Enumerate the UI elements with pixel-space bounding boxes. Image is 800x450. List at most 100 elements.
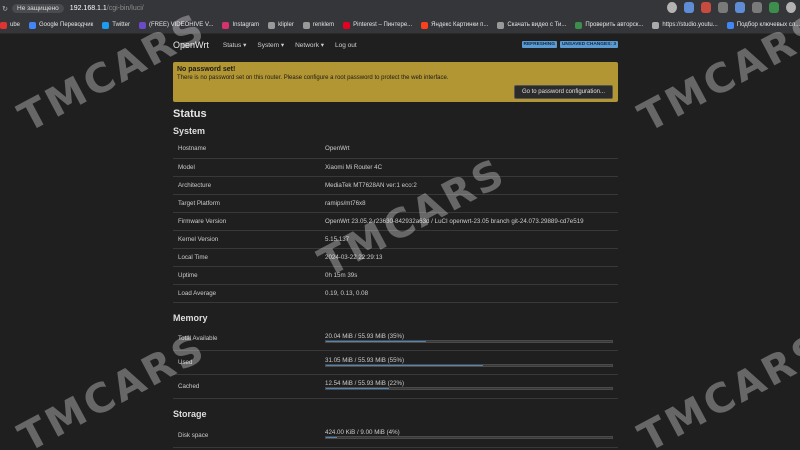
bookmark-item[interactable]: Яндекс Картинки п... [421,21,489,29]
reload-icon[interactable]: ↻ [0,5,10,13]
browser-toolbar-icons [667,2,796,13]
bookmark-favicon-icon [138,21,146,29]
nav-network[interactable]: Network ▾ [295,41,324,49]
bookmark-favicon-icon [497,21,505,29]
bookmark-item[interactable]: Google Переводчик [29,21,94,29]
url-host: 192.168.1.1 [69,5,107,12]
row-label: Hostname [173,140,320,159]
row-label: Model [173,158,320,177]
row-value: 31.05 MiB / 55.93 MiB (55%) [320,350,618,375]
bookmark-favicon-icon [726,21,734,29]
alert-text: There is no password set on this router.… [177,75,449,81]
row-value: OpenWrt 23.05.2 r23630-842932a63d / LuCI… [320,212,618,231]
progress-label: 424.00 KiB / 9.00 MiB (4%) [325,429,400,437]
bookmark-label: Instagram [232,22,260,28]
bookmark-item[interactable]: Twitter [102,21,130,29]
progress-bar: 20.04 MiB / 55.93 MiB (35%) [325,333,613,345]
profile-avatar-icon[interactable] [786,2,796,13]
table-row: Architecture MediaTek MT7628AN ver:1 eco:… [173,176,618,195]
bookmark-label: Google Переводчик [39,22,94,28]
storage-heading: Storage [173,409,207,419]
extension-icon[interactable] [735,2,745,13]
extension-icon[interactable] [718,2,728,13]
row-value: Xiaomi Mi Router 4C [320,158,618,177]
memory-heading: Memory [173,313,208,323]
bookmark-favicon-icon [421,21,429,29]
table-row: Kernel Version 5.15.137 [173,230,618,249]
bookmark-item[interactable]: Подбор ключевых сл... [726,21,800,29]
system-heading: System [173,126,206,136]
table-row: Total Available 20.04 MiB / 55.93 MiB (35… [173,327,618,352]
bookmark-label: https://studio.youtu... [662,22,718,28]
bookmark-item[interactable]: Проверить авторск... [575,21,643,29]
extension-icon[interactable] [769,2,779,13]
row-label: Load Average [173,284,320,303]
bookmark-item[interactable]: (FREE) VIDEOHIVE V... [138,21,213,29]
nav-status[interactable]: Status ▾ [223,41,247,49]
url-field[interactable]: 192.168.1.1/cgi-bin/luci/ [70,5,144,12]
progress-track [325,339,613,343]
table-row: Target Platform ramips/mt76x8 [173,194,618,213]
nav-logout[interactable]: Log out [335,42,357,49]
bookmark-item[interactable]: Pinterest – Пинтере... [343,21,412,29]
url-path: /cgi-bin/luci/ [106,5,144,12]
progress-fill [326,364,484,366]
star-icon[interactable] [667,2,677,13]
bookmark-label: ube [10,22,21,28]
bookmark-item[interactable]: ube [0,21,21,29]
bookmark-favicon-icon [102,21,110,29]
table-row: Cached 12.54 MiB / 55.93 MiB (22%) [173,374,618,399]
progress-label: 20.04 MiB / 55.93 MiB (35%) [325,332,405,340]
row-value: 0.19, 0.13, 0.08 [320,284,618,303]
row-value: OpenWrt [320,140,618,159]
progress-fill [326,437,338,439]
row-value: 12.54 MiB / 55.93 MiB (22%) [320,374,618,399]
row-label: Local Time [173,248,320,267]
bookmark-favicon-icon [652,21,660,29]
row-label: Used [173,350,320,375]
bookmark-label: klipler [278,22,294,28]
bookmark-favicon-icon [0,21,7,29]
refreshing-badge[interactable]: REFRESHING [521,41,557,48]
row-value: 20.04 MiB / 55.93 MiB (35%) [320,327,618,352]
openwrt-header: OpenWrt Status ▾ System ▾ Network ▾ Log … [173,36,618,54]
row-label: Firmware Version [173,212,320,231]
table-row: Firmware Version OpenWrt 23.05.2 r23630-8… [173,212,618,231]
table-row: Hostname OpenWrt [173,140,618,159]
bookmark-label: Скачать видео с Ти... [507,22,567,28]
table-row: Disk space 424.00 KiB / 9.00 MiB (4%) [173,424,618,448]
row-value: 2024-03-22 22:29:13 [320,248,618,267]
bookmark-favicon-icon [343,21,351,29]
extension-icon[interactable] [701,2,711,13]
insecure-badge[interactable]: Не защищено [12,4,64,13]
bookmark-item[interactable]: Instagram [222,21,260,29]
bookmark-label: Подбор ключевых сл... [736,22,800,28]
extension-icon[interactable] [752,2,762,13]
bookmark-item[interactable]: klipler [268,21,294,29]
system-table: Hostname OpenWrt Model Xiaomi Mi Router 4C A… [173,140,618,303]
password-config-button[interactable]: Go to password configuration... [513,85,613,99]
table-row: Uptime 0h 15m 39s [173,266,618,285]
nav-system[interactable]: System ▾ [257,41,284,49]
row-label: Target Platform [173,194,320,213]
bookmark-item[interactable]: renklem [302,21,335,29]
row-label: Architecture [173,176,320,195]
table-row: Local Time 2024-03-22 22:29:13 [173,248,618,267]
table-row: Model Xiaomi Mi Router 4C [173,158,618,177]
row-label: Uptime [173,266,320,285]
row-label: Disk space [173,424,320,448]
bookmark-label: renklem [312,22,335,28]
no-password-alert: No password set! There is no password se… [173,62,618,102]
bookmark-label: Яндекс Картинки п... [431,22,489,28]
extension-icon[interactable] [684,2,694,13]
bookmark-label: Twitter [112,22,130,28]
unsaved-changes-badge[interactable]: UNSAVED CHANGES: 3 [559,41,618,48]
bookmarks-bar: ube Google Переводчик Twitter (FREE) VIDEOH… [0,17,800,34]
brand-logo[interactable]: OpenWrt [173,40,209,50]
bookmark-item[interactable]: Скачать видео с Ти... [497,21,567,29]
progress-bar: 424.00 KiB / 9.00 MiB (4%) [325,429,613,441]
bookmark-item[interactable]: https://studio.youtu... [652,21,718,29]
progress-track [325,387,613,391]
watermark-text: TMCARS [631,324,800,450]
memory-table: Total Available 20.04 MiB / 55.93 MiB (35… [173,327,618,399]
